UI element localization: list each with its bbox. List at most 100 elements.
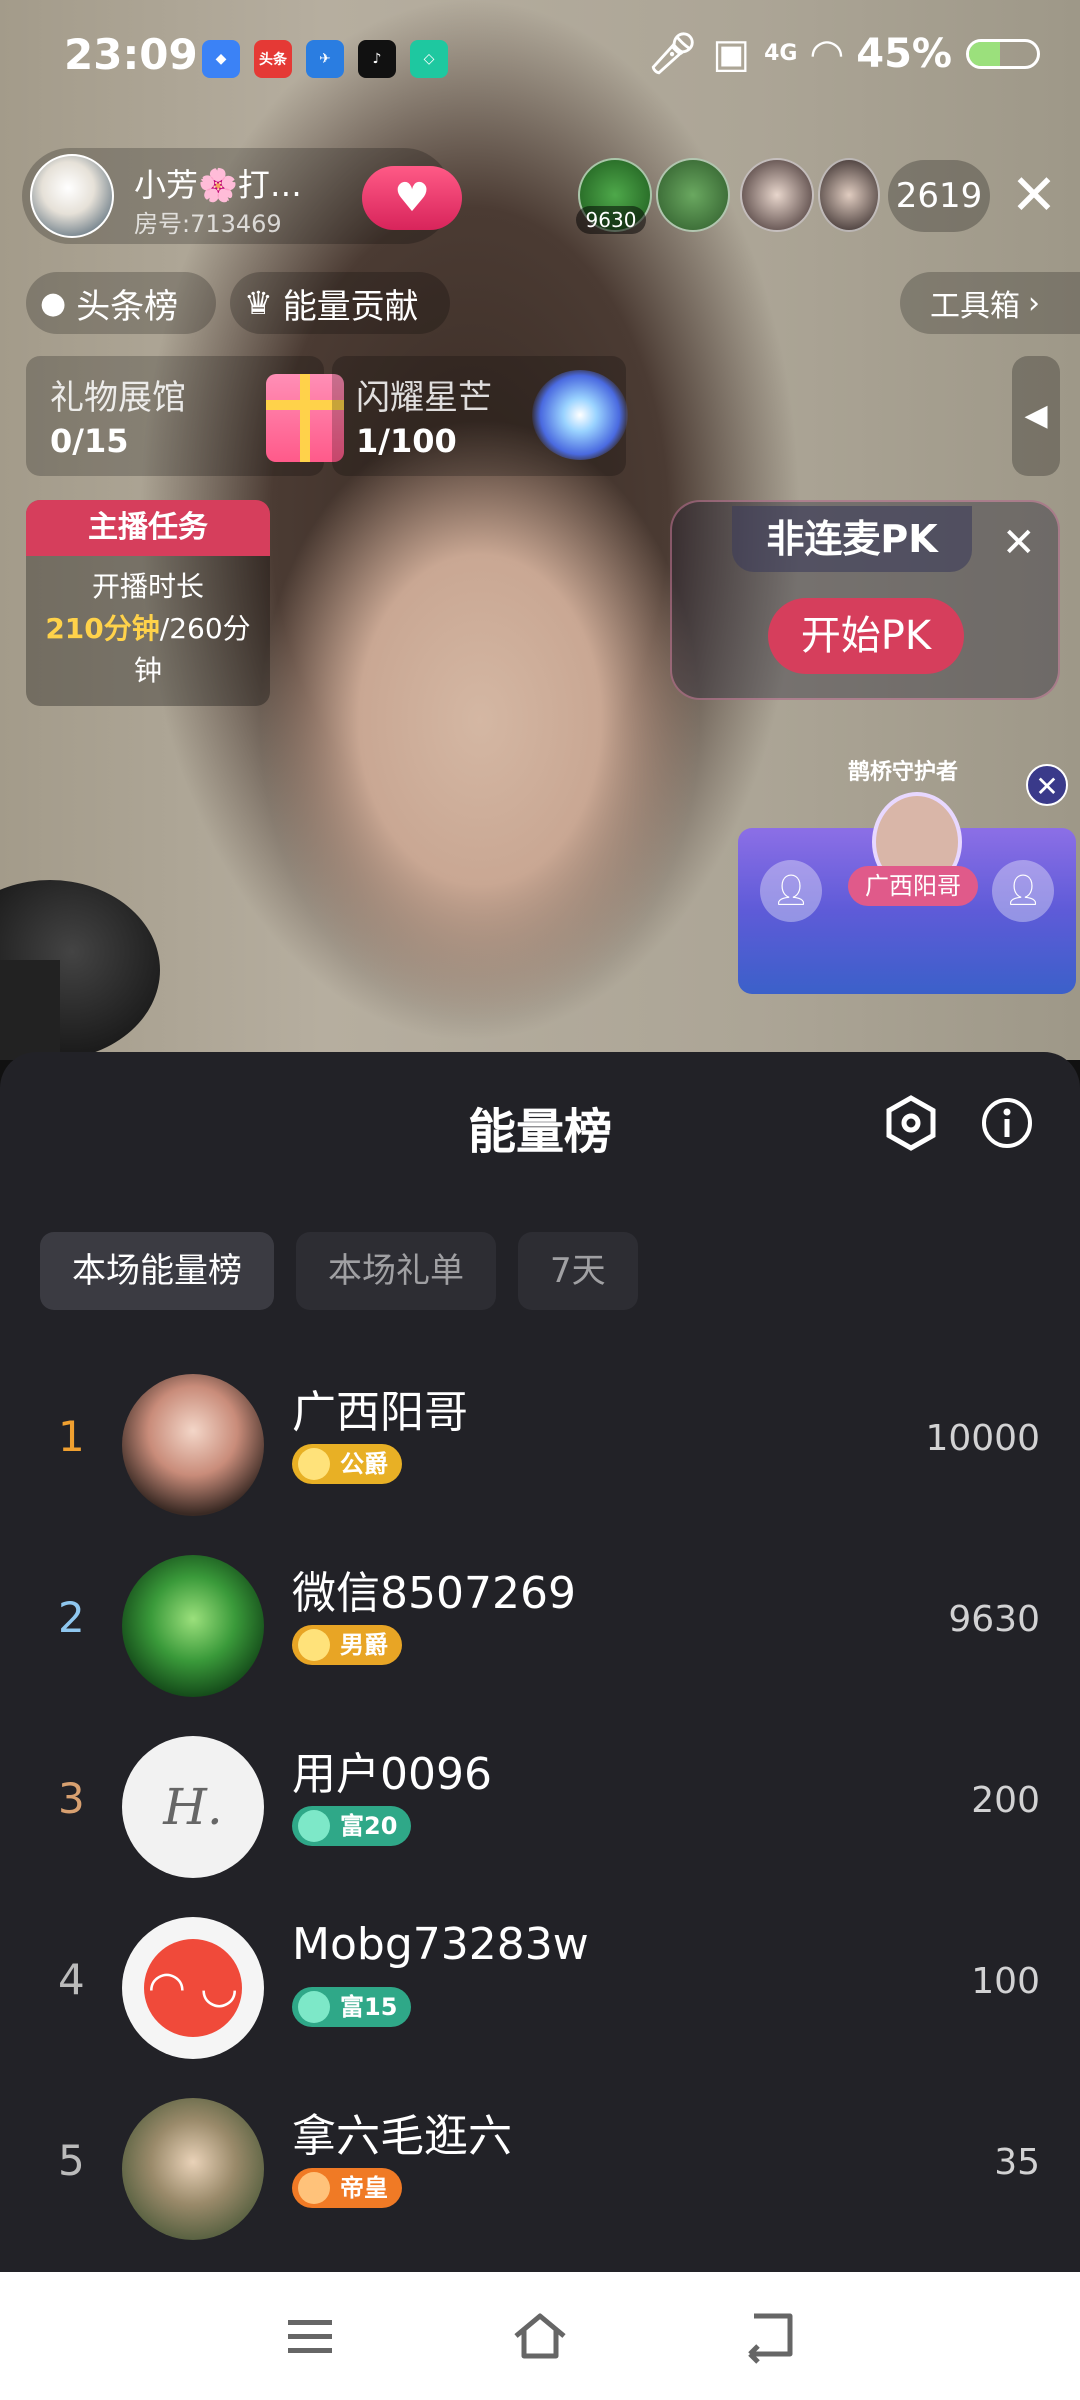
- viewer-avatar[interactable]: [656, 158, 730, 232]
- toolbox-button[interactable]: 工具箱 ›: [900, 272, 1080, 334]
- guardian-label: 鹊桥守护者: [848, 760, 959, 785]
- user-icon: 👤︎: [992, 860, 1054, 922]
- energy-contribution-button[interactable]: ♛ 能量贡献: [230, 272, 450, 334]
- app-notification-icon: ✈: [306, 40, 344, 78]
- shining-star-title: 闪耀星芒: [356, 378, 492, 418]
- rank-row[interactable]: 4 ◠ ◡ Mobg73283w 富15 100: [0, 1907, 1080, 2067]
- headline-rank-label: 头条榜: [76, 286, 179, 327]
- level-badge: 富15: [292, 1987, 412, 2027]
- chevron-right-icon: ›: [1028, 285, 1040, 321]
- menu-icon[interactable]: [280, 2306, 340, 2366]
- heart-plus-icon: ♥: [394, 175, 430, 221]
- tab-7-days[interactable]: 7天: [518, 1232, 638, 1310]
- host-task-label: 开播时长: [91, 570, 204, 603]
- rank-user-name[interactable]: 广西阳哥: [292, 1376, 468, 1440]
- pk-card: 非连麦PK ✕ 开始PK: [670, 500, 1060, 700]
- host-task-title: 主播任务: [26, 500, 270, 556]
- rank-row[interactable]: 3 H. 用户0096 富20 200: [0, 1726, 1080, 1886]
- expand-panel-button[interactable]: ◀: [1012, 356, 1060, 476]
- rank-user-name[interactable]: Mobg73283w: [292, 1919, 589, 1970]
- level-badge: 富20: [292, 1806, 412, 1846]
- shield-icon: [298, 2172, 330, 2204]
- host-name: 小芳🌸打…: [134, 166, 302, 204]
- crown-icon: ♛: [244, 284, 273, 322]
- diamond-icon: [298, 1629, 330, 1661]
- settings-icon[interactable]: [882, 1094, 940, 1152]
- guardian-name: 广西阳哥: [848, 866, 978, 906]
- rank-score: 9630: [948, 1599, 1040, 1640]
- triangle-left-icon: ◀: [1024, 398, 1048, 433]
- avatar[interactable]: ◠ ◡: [122, 1917, 264, 2059]
- host-task-card[interactable]: 主播任务 开播时长 210分钟/260分钟: [26, 500, 270, 706]
- pk-title: 非连麦PK: [732, 506, 972, 572]
- rank-number: 4: [58, 1955, 85, 2004]
- rank-row[interactable]: 2 微信8507269 男爵 9630: [0, 1545, 1080, 1705]
- info-icon[interactable]: [978, 1094, 1036, 1152]
- tab-gift-list[interactable]: 本场礼单: [296, 1232, 496, 1310]
- back-icon[interactable]: [740, 2306, 800, 2366]
- host-task-progress: 210分钟: [45, 612, 160, 645]
- viewer-avatar[interactable]: [740, 158, 814, 232]
- guardian-card[interactable]: 鹊桥守护者 ✕ 👤︎ 👤︎ 广西阳哥: [738, 748, 1076, 994]
- level-badge: 公爵: [292, 1444, 402, 1484]
- viewer-avatar-badge: 9630: [576, 206, 646, 234]
- shining-star-value: 1/100: [356, 422, 457, 460]
- room-number: 房号:713469: [134, 210, 282, 238]
- rank-number: 3: [58, 1774, 85, 1823]
- close-icon[interactable]: ✕: [1002, 520, 1036, 566]
- camera-status-icon: ▣: [712, 30, 751, 77]
- rank-score: 200: [971, 1780, 1040, 1821]
- avatar[interactable]: [122, 2098, 264, 2240]
- follow-button[interactable]: ♥: [362, 166, 462, 230]
- rank-user-name[interactable]: 微信8507269: [292, 1557, 576, 1621]
- tiktok-notification-icon: ♪: [358, 40, 396, 78]
- host-info[interactable]: 小芳🌸打… 房号:713469 ♥: [22, 148, 462, 244]
- viewer-count[interactable]: 2619: [888, 160, 990, 232]
- rank-score: 100: [971, 1961, 1040, 2002]
- user-icon: 👤︎: [760, 860, 822, 922]
- close-icon[interactable]: ✕: [1026, 764, 1068, 806]
- wink-face-icon: ◠ ◡: [144, 1939, 242, 2037]
- status-bar: 23:09 ◆ 头条 ✈ ♪ ◇ 🎤︎ ▣ 4G ◠ 45%: [0, 0, 1080, 110]
- rank-number: 1: [58, 1412, 85, 1461]
- level-badge-label: 男爵: [340, 1631, 388, 1659]
- avatar[interactable]: [122, 1555, 264, 1697]
- rank-tabs: 本场能量榜 本场礼单 7天: [40, 1232, 638, 1310]
- network-label: 4G: [764, 41, 798, 66]
- microphone-stand: [0, 960, 60, 1060]
- rank-row[interactable]: 5 拿六毛逛六 帝皇 35: [0, 2088, 1080, 2248]
- avatar[interactable]: [122, 1374, 264, 1516]
- app-notification-icon: ◆: [202, 40, 240, 78]
- headline-rank-button[interactable]: ● 头条榜: [26, 272, 216, 334]
- home-icon[interactable]: [510, 2306, 570, 2366]
- start-pk-button[interactable]: 开始PK: [768, 598, 964, 674]
- status-time: 23:09: [64, 30, 198, 79]
- gift-gallery-value: 0/15: [50, 422, 129, 460]
- level-badge-label: 帝皇: [340, 2174, 388, 2202]
- toolbox-label: 工具箱: [930, 289, 1020, 324]
- wifi-icon: ◠: [811, 30, 843, 77]
- avatar[interactable]: H.: [122, 1736, 264, 1878]
- gift-gallery-title: 礼物展馆: [50, 378, 186, 418]
- battery-percent: 45%: [856, 30, 952, 77]
- triangle-icon: [298, 1991, 330, 2023]
- app-notification-icon: ◇: [410, 40, 448, 78]
- viewer-avatar[interactable]: [818, 158, 880, 232]
- microphone-status-icon: 🎤︎: [647, 31, 699, 77]
- rank-score: 10000: [925, 1418, 1040, 1459]
- rank-user-name[interactable]: 用户0096: [292, 1738, 492, 1802]
- rank-score: 35: [994, 2142, 1040, 2183]
- rank-row[interactable]: 1 广西阳哥 公爵 10000: [0, 1364, 1080, 1524]
- rank-user-name[interactable]: 拿六毛逛六: [292, 2100, 512, 2164]
- live-stream-view[interactable]: 23:09 ◆ 头条 ✈ ♪ ◇ 🎤︎ ▣ 4G ◠ 45% 小芳🌸打… 房号:…: [0, 0, 1080, 1060]
- energy-contribution-label: 能量贡献: [282, 286, 419, 327]
- level-badge-label: 富15: [340, 1993, 398, 2021]
- tab-energy-rank[interactable]: 本场能量榜: [40, 1232, 274, 1310]
- energy-rank-sheet: 能量榜 本场能量榜 本场礼单 7天 1 广西阳哥 公爵 10000 2 微信85…: [0, 1052, 1080, 2272]
- gift-gallery-card[interactable]: 礼物展馆 0/15: [26, 356, 344, 476]
- host-avatar[interactable]: [30, 154, 114, 238]
- level-badge: 帝皇: [292, 2168, 402, 2208]
- close-icon[interactable]: ✕: [1004, 162, 1064, 230]
- battery-icon: [966, 38, 1040, 69]
- shining-star-card[interactable]: 闪耀星芒 1/100: [332, 356, 628, 476]
